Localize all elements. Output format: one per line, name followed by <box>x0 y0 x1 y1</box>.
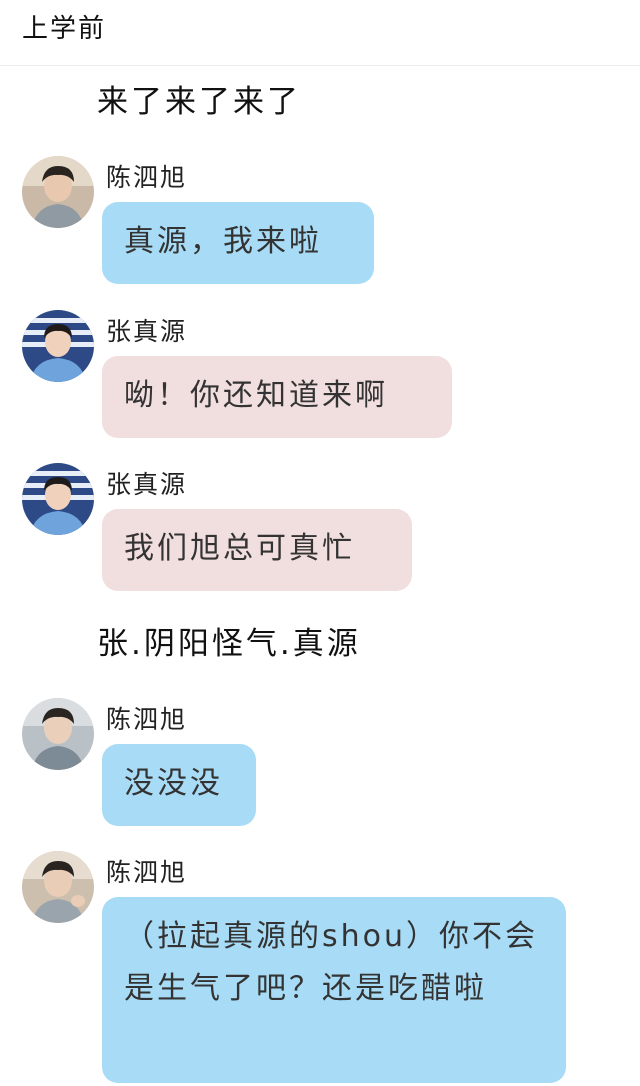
message-bubble[interactable]: 真源，我来啦 <box>102 202 374 284</box>
sender-name: 陈泗旭 <box>106 163 188 192</box>
narration-text: 来了来了来了 <box>97 84 301 120</box>
avatar-photo-icon <box>22 851 94 923</box>
narration-text: 张.阴阳怪气.真源 <box>97 626 361 662</box>
chat-header: 上学前 <box>0 0 640 66</box>
sender-name: 张真源 <box>106 470 188 499</box>
avatar-photo-icon <box>22 698 94 770</box>
avatar[interactable] <box>22 851 94 923</box>
avatar-photo-icon <box>22 156 94 228</box>
message-bubble[interactable]: 没没没 <box>102 744 256 826</box>
avatar[interactable] <box>22 463 94 535</box>
sender-name: 陈泗旭 <box>106 705 188 734</box>
avatar-photo-icon <box>22 310 94 382</box>
message-bubble[interactable]: 我们旭总可真忙 <box>102 509 412 591</box>
avatar[interactable] <box>22 310 94 382</box>
avatar[interactable] <box>22 698 94 770</box>
message-bubble[interactable]: 呦！你还知道来啊 <box>102 356 452 438</box>
avatar[interactable] <box>22 156 94 228</box>
message-bubble[interactable]: （拉起真源的shou）你不会是生气了吧？还是吃醋啦 <box>102 897 566 1083</box>
avatar-photo-icon <box>22 463 94 535</box>
sender-name: 张真源 <box>106 317 188 346</box>
sender-name: 陈泗旭 <box>106 858 188 887</box>
chat-title: 上学前 <box>22 14 107 44</box>
